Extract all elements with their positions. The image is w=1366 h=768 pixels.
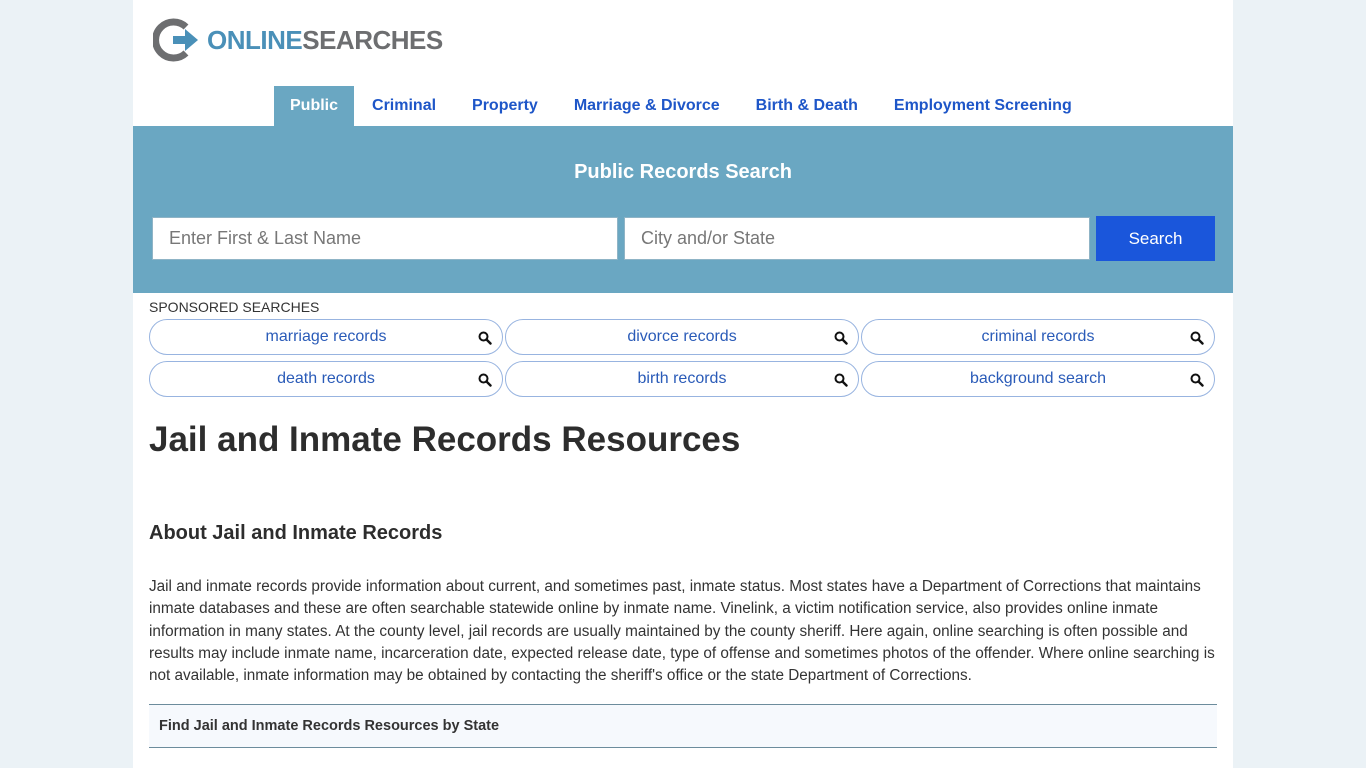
sponsored-label: background search xyxy=(969,370,1107,387)
search-icon xyxy=(478,331,492,345)
sponsored-label: marriage records xyxy=(265,328,387,345)
sponsored-birth-records[interactable]: birth records xyxy=(505,361,859,397)
main-nav: Public Criminal Property Marriage & Divo… xyxy=(274,86,1090,126)
by-state-heading: Find Jail and Inmate Records Resources b… xyxy=(159,718,500,734)
search-icon xyxy=(834,373,848,387)
logo-text-online: ONLINE xyxy=(207,24,303,55)
sponsored-label: death records xyxy=(277,370,375,387)
nav-item-criminal[interactable]: Criminal xyxy=(354,86,454,126)
sponsored-criminal-records[interactable]: criminal records xyxy=(861,319,1215,355)
about-paragraph: Jail and inmate records provide informat… xyxy=(149,578,1215,685)
about-heading: About Jail and Inmate Records xyxy=(149,522,443,544)
page-container: ONLINE SEARCHES Public Criminal Property… xyxy=(133,0,1233,768)
logo-icon xyxy=(153,18,198,62)
logo-text-searches: SEARCHES xyxy=(302,24,443,55)
nav-item-public[interactable]: Public xyxy=(274,86,355,126)
sponsored-label: divorce records xyxy=(627,328,737,345)
search-icon xyxy=(1190,373,1204,387)
logo-wordmark: ONLINE SEARCHES xyxy=(207,25,443,56)
search-banner: Public Records Search Search xyxy=(133,126,1233,293)
nav-item-property[interactable]: Property xyxy=(454,86,556,126)
search-banner-title: Public Records Search xyxy=(574,161,792,183)
sponsored-label: birth records xyxy=(637,370,727,387)
search-icon xyxy=(478,373,492,387)
by-state-section-header: Find Jail and Inmate Records Resources b… xyxy=(149,704,1217,748)
search-icon xyxy=(1190,331,1204,345)
sponsored-searches-label: SPONSORED SEARCHES xyxy=(149,299,320,315)
site-logo[interactable]: ONLINE SEARCHES xyxy=(153,18,443,62)
location-search-input[interactable] xyxy=(624,217,1090,260)
page-title: Jail and Inmate Records Resources xyxy=(149,420,741,459)
sponsored-marriage-records[interactable]: marriage records xyxy=(149,319,503,355)
sponsored-label: criminal records xyxy=(981,328,1095,345)
sponsored-death-records[interactable]: death records xyxy=(149,361,503,397)
sponsored-background-search[interactable]: background search xyxy=(861,361,1215,397)
nav-item-birth-death[interactable]: Birth & Death xyxy=(738,86,876,126)
search-button[interactable]: Search xyxy=(1096,216,1215,261)
sponsored-divorce-records[interactable]: divorce records xyxy=(505,319,859,355)
nav-item-marriage-divorce[interactable]: Marriage & Divorce xyxy=(556,86,738,126)
search-icon xyxy=(834,331,848,345)
name-search-input[interactable] xyxy=(152,217,618,260)
sponsored-searches-grid: marriage records divorce records crimina… xyxy=(149,319,1215,397)
nav-item-employment-screening[interactable]: Employment Screening xyxy=(876,86,1090,126)
